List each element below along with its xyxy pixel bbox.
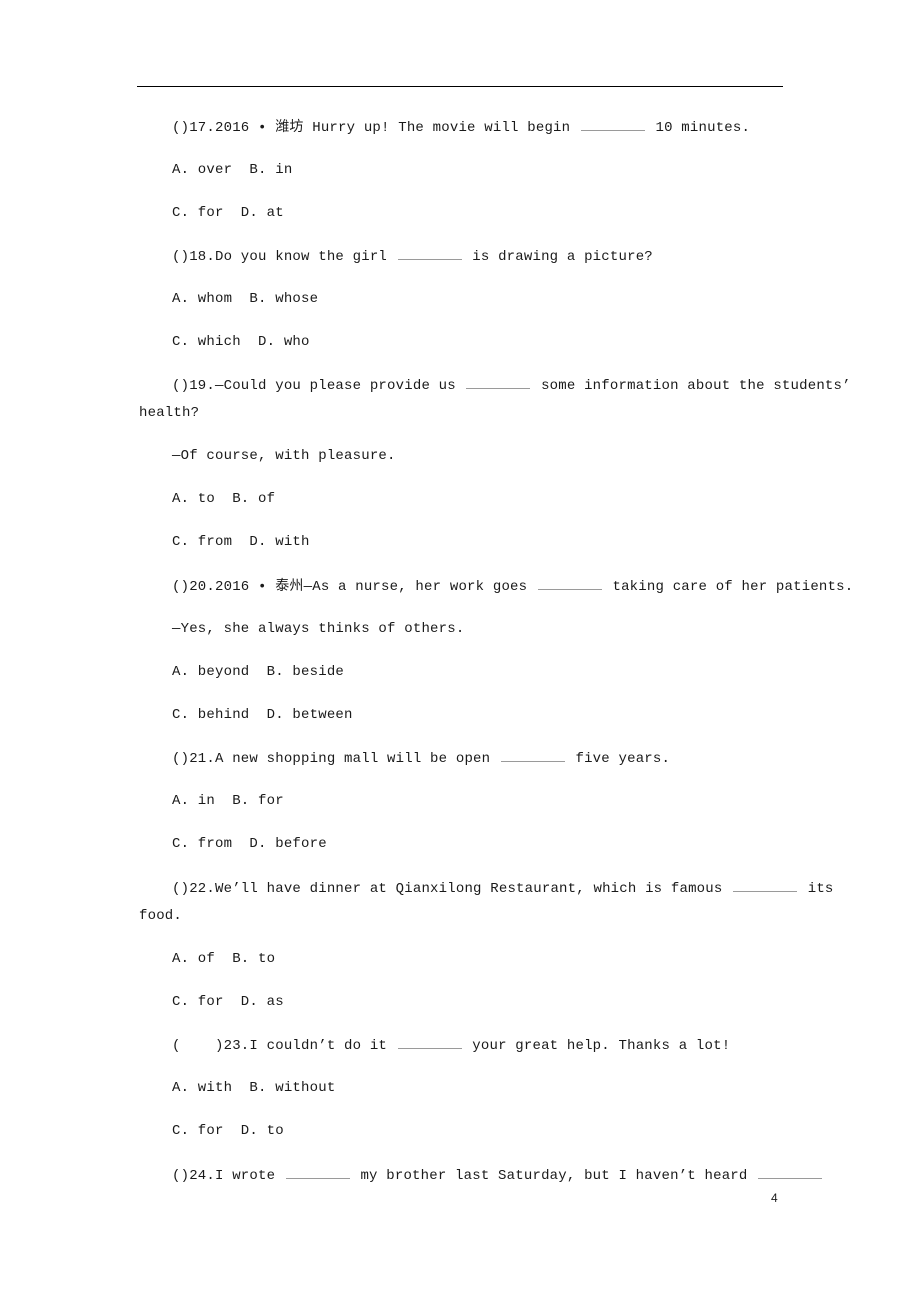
options-cd: C. for D. at bbox=[172, 205, 284, 221]
question-21: ()21.A new shopping mall will be open fi… bbox=[172, 749, 670, 768]
answer-blank bbox=[580, 118, 645, 131]
question-text: ( )23.I couldn’t do it bbox=[172, 1038, 388, 1054]
answer-blank bbox=[500, 749, 565, 762]
answer-blank bbox=[466, 376, 531, 389]
question-23: ( )23.I couldn’t do it your great help. … bbox=[172, 1036, 730, 1055]
question-19: ()19.—Could you please provide us some i… bbox=[172, 376, 851, 395]
question-text: five years. bbox=[575, 751, 671, 767]
question-text: ()22.We’ll have dinner at Qianxilong Res… bbox=[172, 881, 723, 897]
page-number: 4 bbox=[771, 1191, 778, 1205]
question-text: ()24.I wrote bbox=[172, 1168, 276, 1184]
question-text: ()21.A new shopping mall will be open bbox=[172, 751, 491, 767]
question-continuation: health? bbox=[139, 405, 200, 421]
options-ab: A. whom B. whose bbox=[172, 291, 319, 307]
answer-blank bbox=[758, 1166, 823, 1179]
question-text: your great help. Thanks a lot! bbox=[472, 1038, 731, 1054]
question-text: my brother last Saturday, but I haven’t … bbox=[360, 1168, 748, 1184]
options-ab: A. beyond B. beside bbox=[172, 664, 345, 680]
question-20: ()20.2016 • 泰州—As a nurse, her work goes… bbox=[172, 577, 853, 596]
options-ab: A. over B. in bbox=[172, 162, 293, 178]
question-text: taking care of her patients. bbox=[612, 579, 854, 595]
answer-blank bbox=[285, 1166, 350, 1179]
options-cd: C. from D. before bbox=[172, 836, 327, 852]
options-cd: C. behind D. between bbox=[172, 707, 353, 723]
question-text: some information about the students’ bbox=[541, 378, 851, 394]
options-cd: C. for D. to bbox=[172, 1123, 284, 1139]
question-text: ()17.2016 • 潍坊 Hurry up! The movie will … bbox=[172, 120, 571, 136]
question-text: ()20.2016 • 泰州—As a nurse, her work goes bbox=[172, 579, 528, 595]
answer-blank bbox=[397, 247, 462, 260]
header-rule bbox=[137, 86, 783, 87]
question-text: 10 minutes. bbox=[655, 120, 751, 136]
dialogue-reply: —Of course, with pleasure. bbox=[172, 448, 396, 464]
question-18: ()18.Do you know the girl is drawing a p… bbox=[172, 247, 653, 266]
question-text: ()18.Do you know the girl bbox=[172, 249, 388, 265]
options-ab: A. of B. to bbox=[172, 951, 276, 967]
options-cd: C. which D. who bbox=[172, 334, 310, 350]
options-ab: A. with B. without bbox=[172, 1080, 336, 1096]
answer-blank bbox=[733, 879, 798, 892]
options-ab: A. in B. for bbox=[172, 793, 284, 809]
question-text: is drawing a picture? bbox=[472, 249, 653, 265]
options-cd: C. from D. with bbox=[172, 534, 310, 550]
answer-blank bbox=[537, 577, 602, 590]
question-22: ()22.We’ll have dinner at Qianxilong Res… bbox=[172, 879, 834, 898]
question-continuation: food. bbox=[139, 908, 183, 924]
question-24: ()24.I wrote my brother last Saturday, b… bbox=[172, 1166, 824, 1185]
options-cd: C. for D. as bbox=[172, 994, 284, 1010]
question-17: ()17.2016 • 潍坊 Hurry up! The movie will … bbox=[172, 118, 750, 137]
options-ab: A. to B. of bbox=[172, 491, 276, 507]
answer-blank bbox=[397, 1036, 462, 1049]
dialogue-reply: —Yes, she always thinks of others. bbox=[172, 621, 465, 637]
question-text: its bbox=[807, 881, 834, 897]
question-text: ()19.—Could you please provide us bbox=[172, 378, 456, 394]
